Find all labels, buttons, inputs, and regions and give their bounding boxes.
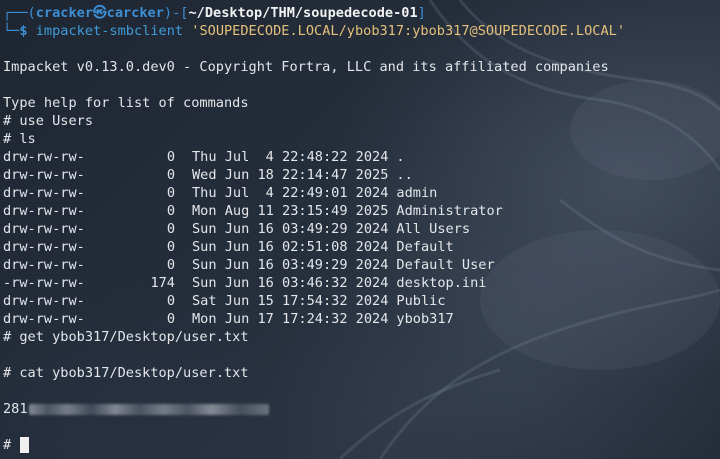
file-size: 0 xyxy=(166,221,175,237)
file-name: admin xyxy=(396,185,438,201)
file-date: Mon Aug 11 23:15:49 2025 xyxy=(192,203,389,219)
list-item: -rw-rw-rw- 174 Sun Jun 16 03:46:32 2024 des… xyxy=(3,274,720,292)
file-date: Mon Jun 17 17:24:32 2024 xyxy=(192,311,389,327)
file-permissions: drw-rw-rw- xyxy=(3,203,85,219)
file-date: Wed Jun 18 22:14:47 2025 xyxy=(192,167,389,183)
file-name: Default xyxy=(396,239,454,255)
terminal-output: ┌──(cracker㉿carcker)-[~/Desktop/THM/soup… xyxy=(3,4,720,454)
file-size: 0 xyxy=(166,203,175,219)
list-item: drw-rw-rw- 0 Wed Jun 18 22:14:47 2025.. xyxy=(3,166,720,184)
file-size: 0 xyxy=(166,149,175,165)
list-item: drw-rw-rw- 0 Thu Jul 4 22:49:01 2024 admin xyxy=(3,184,720,202)
file-name: desktop.ini xyxy=(396,275,487,291)
prompt-frame: )-[ xyxy=(163,5,189,21)
banner-text: Impacket v0.13.0.dev0 - Copyright Fortra… xyxy=(3,59,609,75)
file-size: 0 xyxy=(166,293,175,309)
file-date: Sun Jun 16 03:46:32 2024 xyxy=(192,275,389,291)
file-date: Sun Jun 16 03:49:29 2024 xyxy=(192,221,389,237)
command-use: # use Users xyxy=(3,113,94,129)
help-text: Type help for list of commands xyxy=(3,95,249,111)
file-size: 0 xyxy=(166,167,175,183)
command-argument: 'SOUPEDECODE.LOCAL/ybob317:ybob317@SOUPE… xyxy=(191,23,626,39)
file-permissions: drw-rw-rw- xyxy=(3,185,85,201)
prompt-dollar: $ xyxy=(19,23,36,39)
file-date: Sat Jun 15 17:54:32 2024 xyxy=(192,293,389,309)
file-name: Public xyxy=(396,293,446,309)
file-permissions: -rw-rw-rw- xyxy=(3,275,85,291)
prompt-line-top: ┌──(cracker㉿carcker)-[~/Desktop/THM/soup… xyxy=(3,4,720,22)
command-name: impacket-smbclient xyxy=(35,23,184,39)
shell-prompt: # xyxy=(3,437,20,453)
command-ls: # ls xyxy=(3,131,36,147)
command-get: # get ybob317/Desktop/user.txt xyxy=(3,329,249,345)
file-date: Thu Jul 4 22:49:01 2024 xyxy=(192,185,389,201)
file-name: ybob317 xyxy=(396,311,454,327)
file-name: Default User xyxy=(396,257,495,273)
file-permissions: drw-rw-rw- xyxy=(3,149,85,165)
prompt-line-command: └─$ impacket-smbclient 'SOUPEDECODE.LOCA… xyxy=(3,22,720,40)
text-cursor xyxy=(20,437,30,453)
file-permissions: drw-rw-rw- xyxy=(3,221,85,237)
file-size: 0 xyxy=(166,311,175,327)
file-name: All Users xyxy=(396,221,471,237)
file-date: Sun Jun 16 02:51:08 2024 xyxy=(192,239,389,255)
flag-output: 281 xyxy=(3,400,720,418)
file-name: Administrator xyxy=(396,203,503,219)
file-size: 0 xyxy=(166,185,175,201)
prompt-frame: ┌──( xyxy=(3,5,36,21)
list-item: drw-rw-rw- 0 Sun Jun 16 03:49:29 2024 Defau… xyxy=(3,256,720,274)
ls-listing: drw-rw-rw- 0 Thu Jul 4 22:48:22 2024. drw-… xyxy=(3,148,720,328)
final-prompt[interactable]: # xyxy=(3,436,720,454)
file-permissions: drw-rw-rw- xyxy=(3,257,85,273)
list-item: drw-rw-rw- 0 Sat Jun 15 17:54:32 2024 Publi… xyxy=(3,292,720,310)
file-permissions: drw-rw-rw- xyxy=(3,293,85,309)
list-item: drw-rw-rw- 0 Thu Jul 4 22:48:22 2024. xyxy=(3,148,720,166)
prompt-frame: └─ xyxy=(3,23,20,39)
prompt-user-host: cracker㉿carcker xyxy=(35,5,164,21)
file-size: 0 xyxy=(166,257,175,273)
list-item: drw-rw-rw- 0 Sun Jun 16 03:49:29 2024 All U… xyxy=(3,220,720,238)
terminal-window[interactable]: ┌──(cracker㉿carcker)-[~/Desktop/THM/soup… xyxy=(0,0,720,459)
file-permissions: drw-rw-rw- xyxy=(3,311,85,327)
flag-prefix: 281 xyxy=(3,401,28,417)
command-cat: # cat ybob317/Desktop/user.txt xyxy=(3,365,249,381)
list-item: drw-rw-rw- 0 Mon Aug 11 23:15:49 2025 Admin… xyxy=(3,202,720,220)
list-item: drw-rw-rw- 0 Sun Jun 16 02:51:08 2024 Defau… xyxy=(3,238,720,256)
redacted-flag xyxy=(28,403,269,415)
file-permissions: drw-rw-rw- xyxy=(3,167,85,183)
file-date: Sun Jun 16 03:49:29 2024 xyxy=(192,257,389,273)
prompt-path: ~/Desktop/THM/soupedecode-01 xyxy=(188,5,418,21)
list-item: drw-rw-rw- 0 Mon Jun 17 17:24:32 2024 ybob3… xyxy=(3,310,720,328)
file-size: 0 xyxy=(166,239,175,255)
file-permissions: drw-rw-rw- xyxy=(3,239,85,255)
file-name: . xyxy=(396,149,405,165)
file-size: 174 xyxy=(150,275,175,291)
prompt-frame: ] xyxy=(417,5,426,21)
file-name: .. xyxy=(396,167,413,183)
file-date: Thu Jul 4 22:48:22 2024 xyxy=(192,149,389,165)
